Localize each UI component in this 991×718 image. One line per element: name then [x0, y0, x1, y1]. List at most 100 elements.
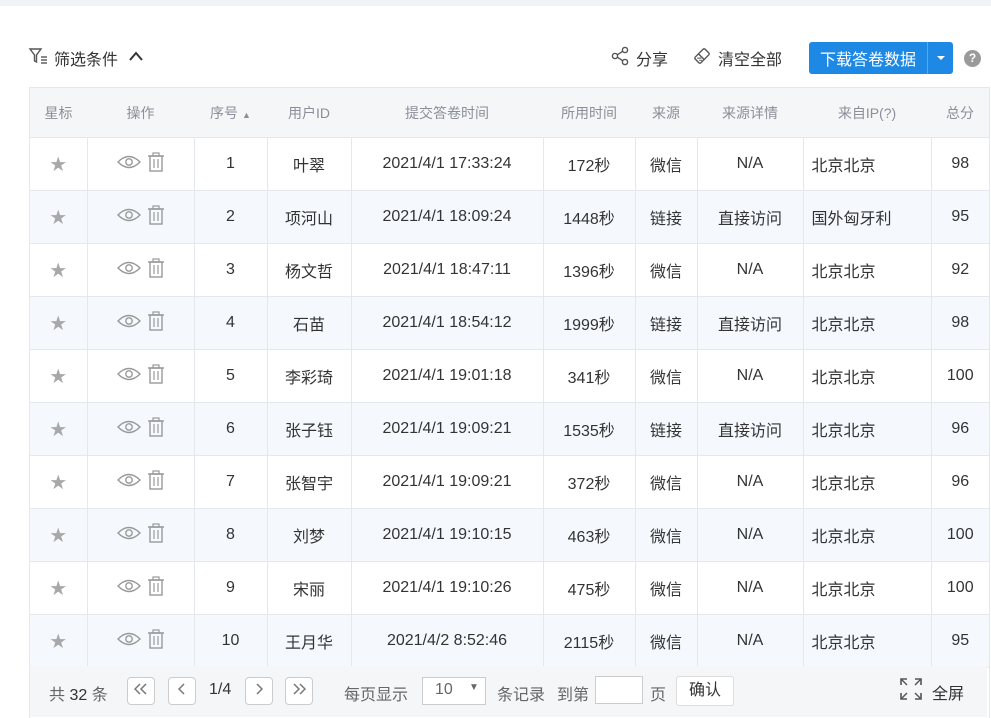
- first-page-button[interactable]: [127, 677, 155, 705]
- submit-time-cell: 2021/4/1 19:09:21: [351, 455, 544, 509]
- ip-cell: 北京北京: [803, 137, 932, 191]
- number-cell: 5: [194, 349, 268, 403]
- source-detail-cell: 直接访问: [697, 190, 804, 244]
- last-page-button[interactable]: [285, 677, 313, 705]
- sort-asc-icon[interactable]: ▲: [242, 110, 251, 120]
- score-cell: 95: [931, 614, 989, 668]
- confirm-button[interactable]: 确认: [676, 676, 734, 706]
- trash-icon[interactable]: [147, 522, 165, 548]
- score-cell: 98: [931, 137, 989, 191]
- user-id-cell: 石苗: [267, 296, 352, 350]
- star-icon[interactable]: ★: [49, 154, 67, 176]
- table-row: ★ 4 石苗 2021/4/1 18:54:12 1999秒 链接 直接访问 北京北京 98: [30, 296, 989, 350]
- star-icon[interactable]: ★: [49, 419, 67, 441]
- share-icon: [610, 46, 636, 71]
- source-detail-cell: N/A: [697, 508, 804, 562]
- eye-icon[interactable]: [116, 154, 141, 175]
- download-data-button[interactable]: 下载答卷数据: [809, 42, 953, 74]
- star-icon[interactable]: ★: [49, 525, 67, 547]
- number-cell: 1: [194, 137, 268, 191]
- trash-icon[interactable]: [147, 204, 165, 230]
- eye-icon[interactable]: [116, 366, 141, 387]
- trash-icon[interactable]: [147, 363, 165, 389]
- toolbar: 筛选条件 分享 清空全部 下载答卷数据 ?: [0, 36, 991, 80]
- score-cell: 100: [931, 561, 989, 615]
- records-label: 条记录: [497, 687, 546, 704]
- header-number-label: 序号: [210, 104, 239, 121]
- per-page-value: 10: [435, 681, 453, 698]
- source-cell: 微信: [635, 243, 698, 297]
- submit-time-cell: 2021/4/2 8:52:46: [351, 614, 544, 668]
- clear-all-label: 清空全部: [718, 52, 783, 69]
- header-star: 星标: [30, 88, 87, 138]
- prev-page-button[interactable]: [168, 677, 196, 705]
- star-icon[interactable]: ★: [49, 578, 67, 600]
- eye-icon[interactable]: [116, 260, 141, 281]
- star-icon[interactable]: ★: [49, 631, 67, 653]
- header-source-detail: 来源详情: [697, 88, 803, 138]
- filter-label: 筛选条件: [54, 52, 119, 69]
- total-prefix: 共: [49, 687, 66, 704]
- goto-page-input[interactable]: [595, 676, 643, 704]
- trash-icon[interactable]: [147, 628, 165, 654]
- actions-cell: [87, 137, 195, 191]
- source-detail-cell: 直接访问: [697, 402, 804, 456]
- trash-icon[interactable]: [147, 416, 165, 442]
- trash-icon[interactable]: [147, 257, 165, 283]
- submit-time-cell: 2021/4/1 18:47:11: [351, 243, 544, 297]
- filter-toggle[interactable]: 筛选条件: [28, 46, 150, 70]
- share-button[interactable]: 分享: [610, 46, 668, 70]
- header-ip[interactable]: 来自IP(?): [803, 88, 931, 138]
- ip-cell: 北京北京: [803, 561, 932, 615]
- star-icon[interactable]: ★: [49, 260, 67, 282]
- source-cell: 链接: [635, 402, 698, 456]
- trash-icon[interactable]: [147, 151, 165, 177]
- actions-cell: [87, 402, 195, 456]
- question-icon[interactable]: ?: [964, 50, 981, 67]
- star-icon[interactable]: ★: [49, 472, 67, 494]
- eye-icon[interactable]: [116, 419, 141, 440]
- filter-icon: [28, 46, 54, 71]
- clear-all-button[interactable]: 清空全部: [692, 46, 782, 70]
- star-cell: ★: [30, 296, 88, 350]
- table-row: ★ 8 刘梦 2021/4/1 19:10:15 463秒 微信 N/A 北京北京 100: [30, 508, 989, 562]
- actions-cell: [87, 349, 195, 403]
- eye-icon[interactable]: [116, 313, 141, 334]
- source-cell: 链接: [635, 190, 698, 244]
- trash-icon[interactable]: [147, 575, 165, 601]
- star-cell: ★: [30, 402, 88, 456]
- star-cell: ★: [30, 349, 88, 403]
- star-cell: ★: [30, 190, 88, 244]
- ip-cell: 北京北京: [803, 402, 932, 456]
- score-cell: 96: [931, 455, 989, 509]
- star-cell: ★: [30, 455, 88, 509]
- star-cell: ★: [30, 137, 88, 191]
- per-page-select[interactable]: 10 ▼: [422, 677, 486, 705]
- chevron-up-icon: [128, 49, 150, 67]
- header-number[interactable]: 序号 ▲: [194, 88, 267, 138]
- eye-icon[interactable]: [116, 578, 141, 599]
- ip-cell: 北京北京: [803, 455, 932, 509]
- trash-icon[interactable]: [147, 310, 165, 336]
- caret-down-icon[interactable]: [928, 55, 953, 61]
- number-cell: 6: [194, 402, 268, 456]
- source-detail-cell: 直接访问: [697, 296, 804, 350]
- eye-icon[interactable]: [116, 472, 141, 493]
- fullscreen-button[interactable]: 全屏: [900, 678, 964, 705]
- eye-icon[interactable]: [116, 631, 141, 652]
- trash-icon[interactable]: [147, 469, 165, 495]
- score-cell: 100: [931, 349, 989, 403]
- table-row: ★ 3 杨文哲 2021/4/1 18:47:11 1396秒 微信 N/A 北京北京 92: [30, 243, 989, 297]
- eye-icon[interactable]: [116, 525, 141, 546]
- star-icon[interactable]: ★: [49, 366, 67, 388]
- download-data-label: 下载答卷数据: [819, 52, 916, 69]
- duration-cell: 172秒: [543, 137, 636, 191]
- number-cell: 10: [194, 614, 268, 668]
- table-row: ★ 7 张智宇 2021/4/1 19:09:21 372秒 微信 N/A 北京北京 96: [30, 455, 989, 509]
- header-user-id: 用户ID: [267, 88, 351, 138]
- star-icon[interactable]: ★: [49, 313, 67, 335]
- fullscreen-label: 全屏: [932, 685, 965, 703]
- next-page-button[interactable]: [245, 677, 273, 705]
- eye-icon[interactable]: [116, 207, 141, 228]
- star-icon[interactable]: ★: [49, 207, 67, 229]
